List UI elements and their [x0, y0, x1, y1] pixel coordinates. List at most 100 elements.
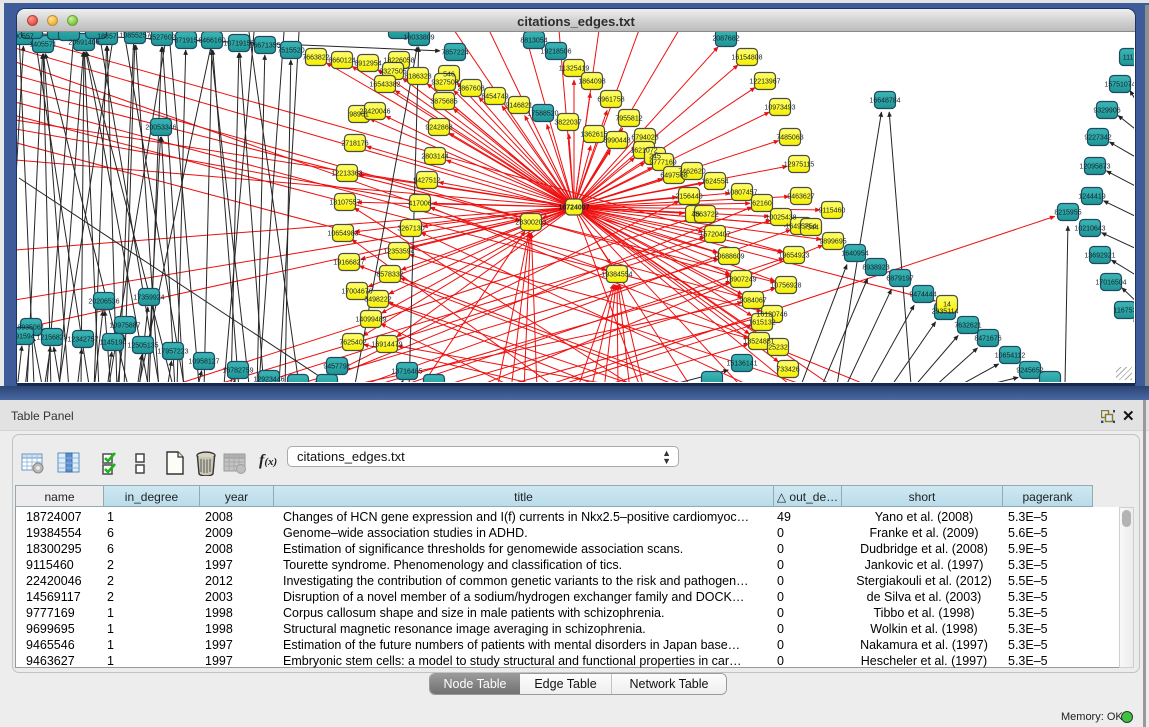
svg-text:871915: 871915: [174, 37, 197, 44]
svg-text:9242868: 9242868: [425, 124, 452, 131]
svg-text:90557: 90557: [17, 33, 34, 40]
svg-text:10855257: 10855257: [119, 32, 150, 39]
svg-text:10688609: 10688609: [713, 253, 744, 260]
svg-text:16782759: 16782759: [222, 367, 253, 374]
svg-text:16543382: 16543382: [369, 81, 400, 88]
svg-text:6961758: 6961758: [597, 96, 624, 103]
svg-text:4863722: 4863722: [691, 211, 718, 218]
svg-text:10654112: 10654112: [995, 352, 1026, 359]
svg-text:12975115: 12975115: [784, 161, 815, 168]
svg-text:20053346: 20053346: [145, 124, 176, 131]
svg-text:16120746: 16120746: [756, 311, 787, 318]
svg-text:2718176: 2718176: [341, 140, 368, 147]
svg-text:16914479: 16914479: [371, 341, 402, 348]
svg-text:16648784: 16648784: [869, 97, 900, 104]
svg-text:1117: 1117: [1123, 54, 1134, 61]
svg-text:15720407: 15720407: [699, 231, 730, 238]
svg-text:7625402: 7625402: [339, 339, 366, 346]
svg-text:9327508: 9327508: [431, 79, 458, 86]
svg-text:7632621: 7632621: [954, 322, 981, 329]
svg-text:7515520: 7515520: [277, 47, 304, 54]
svg-text:7462620: 7462620: [678, 168, 705, 175]
svg-text:8912954: 8912954: [354, 60, 381, 67]
svg-text:12923446: 12923446: [253, 376, 284, 382]
svg-text:417006: 417006: [408, 200, 431, 207]
svg-text:8186328: 8186328: [404, 73, 431, 80]
svg-text:3822037: 3822037: [554, 119, 581, 126]
svg-text:2867608: 2867608: [457, 85, 484, 92]
svg-text:19384554: 19384554: [601, 271, 632, 278]
svg-text:2156440: 2156440: [675, 193, 702, 200]
svg-text:13692921: 13692921: [1084, 252, 1115, 259]
svg-text:9474444: 9474444: [909, 291, 936, 298]
svg-text:12156829: 12156829: [36, 334, 67, 341]
svg-text:15136141: 15136141: [726, 360, 757, 367]
svg-text:6794028: 6794028: [631, 134, 658, 141]
svg-text:22420046: 22420046: [359, 108, 390, 115]
svg-text:16033809: 16033809: [403, 34, 434, 41]
svg-text:1640954: 1640954: [841, 250, 868, 257]
svg-text:1527602: 1527602: [148, 34, 175, 41]
svg-text:17957223: 17957223: [157, 348, 188, 355]
svg-text:1145194: 1145194: [100, 339, 127, 346]
svg-text:8990448: 8990448: [603, 137, 630, 144]
svg-text:10958127: 10958127: [188, 358, 219, 365]
svg-text:7955812: 7955812: [615, 115, 642, 122]
svg-text:9427512: 9427512: [413, 177, 440, 184]
svg-text:18226058: 18226058: [383, 57, 414, 64]
svg-text:8471676: 8471676: [974, 335, 1001, 342]
svg-text:10975887: 10975887: [109, 322, 140, 329]
svg-text:391594: 391594: [17, 333, 35, 340]
svg-text:8215955: 8215955: [1054, 209, 1081, 216]
svg-text:20206536: 20206536: [88, 298, 119, 305]
svg-text:546: 546: [443, 71, 455, 78]
svg-text:733426: 733426: [776, 366, 799, 373]
svg-text:3875685: 3875685: [430, 98, 457, 105]
svg-text:9115460: 9115460: [819, 207, 846, 214]
svg-text:116753: 116753: [1114, 307, 1134, 314]
svg-text:10025438: 10025438: [765, 214, 796, 221]
svg-text:18107557: 18107557: [329, 199, 360, 206]
svg-text:9463627: 9463627: [787, 193, 814, 200]
svg-text:14: 14: [943, 301, 951, 308]
svg-text:9327505: 9327505: [379, 68, 406, 75]
svg-text:12505135: 12505135: [127, 342, 158, 349]
svg-text:17588520: 17588520: [527, 110, 558, 117]
svg-text:10210643: 10210643: [1074, 225, 1105, 232]
svg-text:2087682: 2087682: [712, 35, 739, 42]
svg-text:12213363: 12213363: [331, 170, 362, 177]
svg-text:25232: 25232: [768, 344, 788, 351]
svg-text:14099489: 14099489: [355, 316, 386, 323]
svg-text:7544: 7544: [803, 224, 819, 231]
svg-text:9245652: 9245652: [1016, 367, 1043, 374]
svg-text:10807457: 10807457: [726, 189, 757, 196]
svg-text:1405571: 1405571: [29, 41, 56, 48]
svg-text:12213967: 12213967: [749, 78, 780, 85]
svg-text:7485063: 7485063: [776, 134, 803, 141]
svg-text:19218506: 19218506: [540, 48, 571, 55]
svg-text:6466160: 6466160: [198, 37, 225, 44]
svg-text:10756928: 10756928: [770, 282, 801, 289]
svg-text:11325419: 11325419: [559, 65, 590, 72]
svg-text:1864098: 1864098: [578, 78, 605, 85]
svg-text:8578332: 8578332: [376, 271, 403, 278]
svg-text:7857224: 7857224: [441, 49, 468, 56]
svg-text:17016504: 17016504: [1095, 279, 1126, 286]
svg-text:12342757: 12342757: [67, 336, 98, 343]
svg-text:9777169: 9777169: [649, 159, 676, 166]
svg-text:16154808: 16154808: [731, 54, 762, 61]
svg-text:19654923: 19654923: [778, 252, 809, 259]
svg-text:17004676: 17004676: [341, 288, 372, 295]
svg-text:15751074: 15751074: [1104, 81, 1134, 88]
svg-text:1244419: 1244419: [1078, 193, 1105, 200]
svg-text:18907249: 18907249: [725, 276, 756, 283]
svg-text:8813054: 8813054: [520, 37, 547, 44]
svg-text:12353594: 12353594: [383, 248, 414, 255]
svg-text:8454749: 8454749: [481, 93, 508, 100]
svg-text:9227342: 9227342: [1084, 134, 1111, 141]
svg-text:8660124: 8660124: [328, 57, 355, 64]
svg-text:17359924: 17359924: [133, 294, 164, 301]
svg-text:12095873: 12095873: [1079, 163, 1110, 170]
svg-text:10973493: 10973493: [764, 104, 795, 111]
svg-text:28300203: 28300203: [515, 219, 546, 226]
